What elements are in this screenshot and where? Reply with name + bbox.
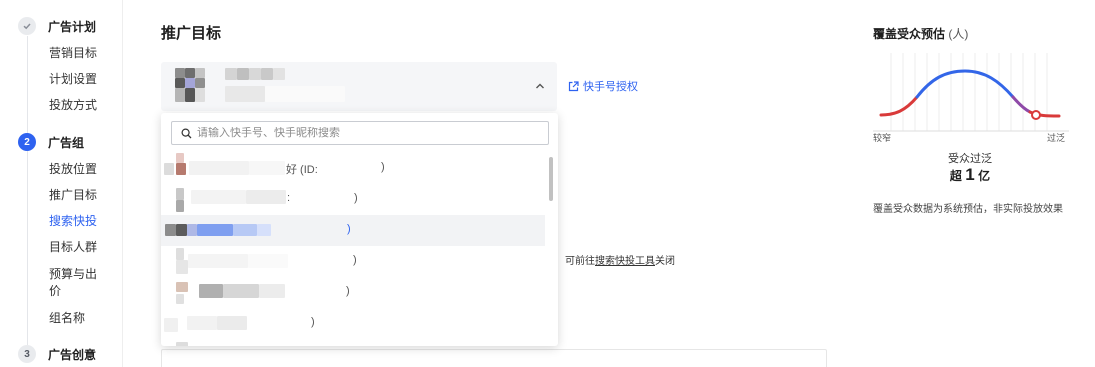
step-number-badge: 2 <box>18 133 36 151</box>
step-title: 广告组 <box>48 135 85 150</box>
nav-item-budget-bid-wrap: 价 <box>49 284 62 298</box>
axis-label-broad: 过泛 <box>1047 133 1066 143</box>
audience-count-unit: 亿 <box>978 169 991 183</box>
step-ad-creative[interactable]: 3 广告创意 <box>18 345 96 363</box>
step-title: 广告计划 <box>48 19 97 34</box>
account-option[interactable]: : ) <box>161 184 545 215</box>
current-audience-marker <box>1031 110 1041 120</box>
account-option-close: ) <box>353 254 357 266</box>
external-link-icon <box>568 80 579 91</box>
auth-link-label: 快手号授权 <box>583 81 638 93</box>
nav-item-placement[interactable]: 投放位置 <box>49 161 97 178</box>
nav-item-search-boost[interactable]: 搜索快投 <box>49 213 97 230</box>
axis-label-narrow: 较窄 <box>873 133 892 143</box>
audience-title-unit: (人) <box>948 27 969 41</box>
curve-narrow-segment <box>879 95 919 117</box>
nav-item-group-name[interactable]: 组名称 <box>49 310 85 327</box>
tip-prefix: 可前往 <box>565 256 595 267</box>
search-icon <box>181 127 192 138</box>
scrollbar-thumb[interactable] <box>549 157 553 201</box>
audience-title-text: 覆盖受众预估 <box>873 27 946 41</box>
audience-count: 超 1 亿 <box>873 165 1067 185</box>
account-option-close: ) <box>346 285 350 297</box>
form-field-box[interactable] <box>161 349 827 367</box>
audience-count-prefix: 超 <box>949 169 962 183</box>
account-option-close: ) <box>311 316 315 328</box>
account-option[interactable]: ) <box>161 308 545 339</box>
account-option-highlighted[interactable]: ) <box>161 215 545 246</box>
dropdown-scrollbar[interactable] <box>546 153 556 346</box>
account-dropdown: 好 (ID: ) : ) ) ) <box>161 113 558 346</box>
tip-suffix: 关闭 <box>655 256 675 267</box>
nav-item-budget-bid[interactable]: 预算与出 <box>49 266 97 283</box>
nav-item-plan-settings[interactable]: 计划设置 <box>49 71 97 88</box>
account-auth-link[interactable]: 快手号授权 <box>568 78 638 94</box>
chart-gridlines <box>890 53 1048 131</box>
step-number-badge: 3 <box>18 345 36 363</box>
account-option-fragment: 好 (ID: <box>286 164 318 176</box>
audience-estimate-title: 覆盖受众预估 (人) <box>873 25 968 42</box>
step-ad-group[interactable]: 2 广告组 <box>18 133 84 151</box>
audience-coverage-chart <box>873 53 1069 132</box>
account-option-partial <box>176 342 188 346</box>
step-connector <box>27 151 28 345</box>
account-search-box[interactable] <box>171 121 549 145</box>
chevron-up-icon[interactable] <box>534 80 546 92</box>
nav-item-delivery-method[interactable]: 投放方式 <box>49 97 97 114</box>
audience-disclaimer: 覆盖受众数据为系统预估，非实际投放效果 <box>873 204 1063 215</box>
account-list: 好 (ID: ) : ) ) ))) <box>161 153 545 346</box>
nav-item-promotion-target[interactable]: 推广目标 <box>49 187 97 204</box>
step-title: 广告创意 <box>48 347 97 362</box>
page-title: 推广目标 <box>161 25 222 42</box>
nav-item-target-audience[interactable]: 目标人群 <box>49 239 97 256</box>
curve-transition-segment <box>1011 95 1032 114</box>
account-option-close: ) <box>354 192 358 204</box>
account-option[interactable]: 好 (ID: ) <box>161 153 545 184</box>
search-boost-tool-link[interactable]: 搜索快投工具 <box>595 256 655 267</box>
step-connector <box>27 36 28 136</box>
step-sidebar: 广告计划 营销目标 计划设置 投放方式 2 广告组 投放位置 推广目标 搜索快投… <box>0 0 123 367</box>
check-icon <box>18 17 36 35</box>
step-ad-plan[interactable]: 广告计划 <box>18 17 96 35</box>
audience-count-number: 1 <box>965 165 975 184</box>
nav-item-marketing-goal[interactable]: 营销目标 <box>49 45 97 62</box>
account-option-close: ) <box>381 161 385 173</box>
account-select[interactable] <box>161 62 557 111</box>
account-option[interactable]: ) <box>161 277 545 308</box>
search-boost-tip: 可前往搜索快投工具关闭 <box>565 252 675 267</box>
account-search-input[interactable] <box>197 127 537 139</box>
audience-status: 受众过泛 <box>948 153 992 165</box>
account-option[interactable]: ) <box>161 246 545 277</box>
account-option-fragment: : <box>287 192 291 204</box>
account-option-close: ) <box>347 223 351 235</box>
